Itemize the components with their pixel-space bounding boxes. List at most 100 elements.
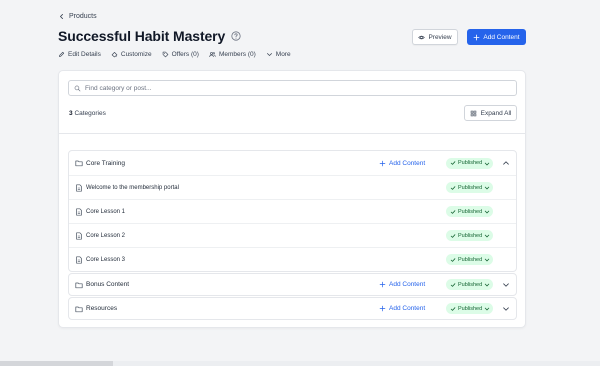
add-content-button[interactable]: Add Content	[467, 29, 526, 45]
status-badge[interactable]: Published	[446, 206, 494, 217]
add-content-label: Add Content	[483, 33, 520, 41]
search-box[interactable]	[68, 80, 517, 96]
offers-link[interactable]: Offers (0)	[162, 51, 199, 58]
status-badge[interactable]: Published	[446, 279, 494, 290]
edit-details-link[interactable]: Edit Details	[58, 51, 101, 58]
edit-details-label: Edit Details	[68, 51, 101, 58]
plus-icon	[379, 281, 386, 288]
status-badge[interactable]: Published	[446, 157, 494, 169]
categories-count-label: Categories	[74, 110, 106, 117]
document-icon	[75, 256, 83, 264]
post-title: Core Lesson 2	[86, 232, 126, 239]
expand-all-label: Expand All	[480, 109, 512, 117]
document-icon	[75, 232, 83, 240]
folder-icon	[75, 305, 83, 313]
chevron-down-icon	[484, 185, 490, 190]
post-row[interactable]: Core Lesson 2 Published	[69, 223, 516, 247]
preview-button[interactable]: Preview	[412, 29, 458, 45]
chevron-down-icon	[502, 281, 510, 289]
check-icon	[450, 257, 456, 263]
status-label: Published	[458, 160, 483, 166]
check-icon	[450, 209, 456, 215]
folder-icon	[75, 281, 83, 289]
chevron-down-icon	[484, 282, 490, 287]
plus-icon	[379, 305, 386, 312]
categories-count-number: 3	[69, 110, 73, 117]
content-card: 3 Categories Expand All Core Training Ad…	[58, 70, 526, 328]
chevron-down-icon	[484, 306, 490, 311]
categories-count: 3 Categories	[69, 110, 106, 117]
category-core-training: Core Training Add Content Published Welc…	[68, 150, 517, 272]
members-link[interactable]: Members (0)	[209, 51, 256, 58]
add-content-label: Add Content	[389, 159, 426, 167]
customize-link[interactable]: Customize	[111, 51, 152, 58]
category-title: Core Training	[86, 159, 126, 167]
add-content-label: Add Content	[389, 281, 426, 288]
status-label: Published	[458, 305, 483, 312]
horizontal-scrollbar-thumb[interactable]	[0, 361, 113, 366]
status-badge[interactable]: Published	[446, 230, 494, 241]
add-content-link[interactable]: Add Content	[379, 160, 425, 167]
chevron-down-icon	[484, 161, 490, 166]
paint-icon	[111, 51, 118, 58]
add-content-label: Add Content	[389, 305, 426, 312]
folder-icon	[75, 159, 83, 167]
category-title: Bonus Content	[86, 281, 130, 288]
chevron-down-icon	[484, 233, 490, 238]
check-icon	[450, 282, 456, 288]
expand-toggle[interactable]	[502, 305, 510, 313]
check-icon	[450, 185, 456, 191]
status-badge[interactable]: Published	[446, 303, 494, 314]
add-content-link[interactable]: Add Content	[379, 281, 425, 288]
category-bonus-content: Bonus Content Add Content Published	[68, 273, 517, 296]
customize-label: Customize	[120, 51, 152, 58]
help-icon[interactable]	[231, 31, 241, 41]
document-icon	[75, 208, 83, 216]
category-header[interactable]: Core Training Add Content Published	[69, 151, 516, 175]
collapse-toggle[interactable]	[502, 159, 510, 167]
status-label: Published	[458, 208, 483, 215]
status-label: Published	[458, 184, 483, 191]
status-badge[interactable]: Published	[446, 254, 494, 265]
expand-all-button[interactable]: Expand All	[464, 105, 517, 121]
plus-icon	[473, 34, 480, 41]
product-subnav: Edit Details Customize Offers (0) Member…	[58, 51, 291, 58]
breadcrumb[interactable]: Products	[58, 13, 97, 20]
more-label: More	[275, 51, 291, 58]
page-title: Successful Habit Mastery	[58, 28, 226, 44]
status-badge[interactable]: Published	[446, 182, 494, 193]
post-row[interactable]: Core Lesson 1 Published	[69, 199, 516, 223]
check-icon	[450, 306, 456, 312]
members-label: Members (0)	[218, 51, 256, 58]
category-header[interactable]: Bonus Content Add Content Published	[69, 274, 516, 295]
more-menu[interactable]: More	[266, 51, 291, 58]
chevron-left-icon	[58, 13, 65, 20]
breadcrumb-label: Products	[69, 13, 97, 20]
post-title: Core Lesson 3	[86, 256, 126, 263]
chevron-down-icon	[502, 305, 510, 313]
check-icon	[450, 160, 456, 166]
tag-icon	[162, 51, 169, 58]
chevron-down-icon	[266, 51, 273, 58]
category-header[interactable]: Resources Add Content Published	[69, 298, 516, 319]
chevron-down-icon	[484, 257, 490, 262]
status-label: Published	[458, 281, 483, 288]
divider	[59, 133, 525, 134]
search-input[interactable]	[85, 84, 505, 92]
plus-icon	[379, 160, 386, 167]
offers-label: Offers (0)	[171, 51, 199, 58]
post-row[interactable]: Welcome to the membership portal Publish…	[69, 175, 516, 199]
expand-toggle[interactable]	[502, 281, 510, 289]
add-content-link[interactable]: Add Content	[379, 305, 425, 312]
grid-icon	[470, 110, 477, 117]
chevron-up-icon	[502, 159, 510, 167]
category-resources: Resources Add Content Published	[68, 297, 517, 320]
status-label: Published	[458, 232, 483, 239]
pencil-icon	[58, 51, 65, 58]
preview-label: Preview	[428, 33, 452, 41]
post-title: Core Lesson 1	[86, 208, 126, 215]
post-title: Welcome to the membership portal	[86, 184, 179, 191]
post-row[interactable]: Core Lesson 3 Published	[69, 247, 516, 271]
check-icon	[450, 233, 456, 239]
category-title: Resources	[86, 305, 118, 312]
